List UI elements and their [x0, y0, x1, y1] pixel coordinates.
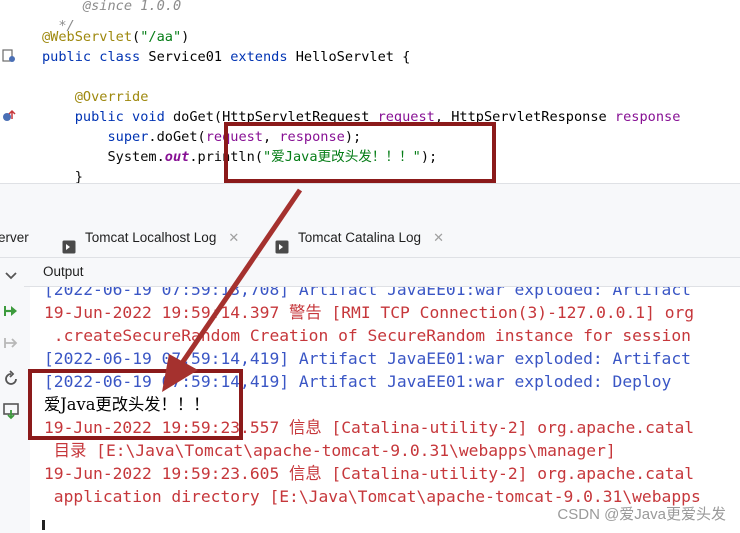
code-token: }: [42, 169, 83, 183]
code-token: public void: [42, 109, 173, 125]
tab-tomcat-localhost-log[interactable]: Tomcat Localhost Log ✕: [62, 219, 239, 257]
code-line: }: [42, 167, 83, 183]
highlight-box-code: [224, 122, 496, 183]
watermark: CSDN @爱Java更爱头发: [557, 506, 726, 523]
close-icon[interactable]: ✕: [228, 230, 239, 245]
console-line: .createSecureRandom Creation of SecureRa…: [44, 326, 691, 345]
tomcat-log-icon: [275, 231, 289, 254]
services-tool-window: erver Tomcat Localhost Log ✕ Tomcat Catal…: [0, 183, 740, 533]
code-token: extends: [230, 49, 296, 65]
servlet-gutter-icon[interactable]: [2, 49, 15, 63]
stop-icon[interactable]: [2, 334, 20, 352]
code-token: System.: [42, 149, 165, 165]
console-line: [2022-06-19 07:59:14,419] Artifact JavaE…: [44, 349, 691, 368]
log-tabs: erver Tomcat Localhost Log ✕ Tomcat Catal…: [0, 219, 740, 258]
code-token: doGet(: [172, 109, 223, 125]
tab-tomcat-catalina-log[interactable]: Tomcat Catalina Log ✕: [275, 219, 444, 257]
code-line: @since 1.0.0: [42, 0, 181, 16]
rerun-icon[interactable]: [2, 302, 20, 320]
code-token: @since 1.0.0: [42, 0, 182, 14]
chevron-down-icon[interactable]: [2, 266, 20, 284]
caret-marker: [42, 520, 45, 530]
console-line: [2022-06-19 07:59:13,708] Artifact JavaE…: [44, 287, 691, 299]
code-token: @WebServlet: [42, 29, 133, 45]
code-token: response: [614, 109, 681, 125]
tab-label: erver: [0, 230, 29, 245]
tab-server[interactable]: erver: [0, 219, 29, 257]
tab-label: Tomcat Localhost Log: [85, 230, 217, 245]
console-line: 19-Jun-2022 19:59:14.397 警告 [RMI TCP Con…: [44, 303, 695, 322]
code-token: (: [132, 29, 141, 45]
tab-label: Tomcat Catalina Log: [298, 230, 422, 245]
code-line: @WebServlet("/aa"): [42, 27, 189, 47]
code-token: public class: [42, 49, 149, 65]
close-icon[interactable]: ✕: [433, 230, 444, 245]
code-token: "/aa": [140, 29, 182, 45]
tomcat-log-icon: [62, 231, 76, 254]
code-line: @Override: [42, 87, 149, 107]
override-gutter-icon[interactable]: [2, 109, 16, 123]
code-token: super: [42, 129, 149, 145]
code-token: out: [164, 149, 190, 165]
code-token: Service01: [148, 49, 231, 65]
code-line: public class Service01 extends HelloServ…: [42, 47, 410, 67]
code-token: @Override: [42, 89, 149, 105]
code-token: .doGet(: [148, 129, 206, 145]
code-token: ): [181, 29, 190, 45]
highlight-box-output: [28, 369, 243, 440]
console-line: 目录 [E:\Java\Tomcat\apache-tomcat-9.0.31\…: [44, 441, 616, 460]
code-token: .: [189, 149, 198, 165]
output-title: Output: [43, 264, 84, 279]
console-line: 19-Jun-2022 19:59:23.605 信息 [Catalina-ut…: [44, 464, 695, 483]
code-token: HelloServlet {: [295, 49, 411, 65]
export-icon[interactable]: [2, 402, 20, 420]
restore-icon[interactable]: [2, 370, 20, 388]
console-toolbar: [0, 258, 24, 533]
output-header[interactable]: Output: [24, 258, 740, 287]
